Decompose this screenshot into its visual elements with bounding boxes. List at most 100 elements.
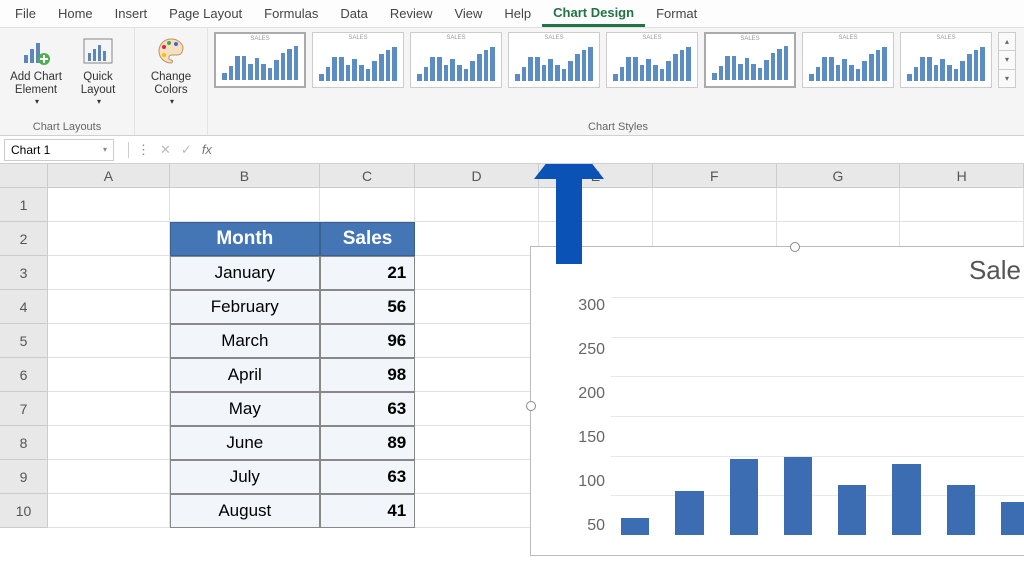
gallery-more-icon[interactable]: ▾: [999, 70, 1015, 87]
chart-bar[interactable]: [730, 459, 758, 535]
group-label-chart-layouts: Chart Layouts: [33, 119, 101, 133]
col-header-F[interactable]: F: [653, 164, 777, 188]
col-header-B[interactable]: B: [170, 164, 320, 188]
chart-bar[interactable]: [892, 464, 920, 535]
formula-input[interactable]: [228, 139, 1024, 161]
tab-home[interactable]: Home: [47, 2, 104, 25]
change-colors-label: Change Colors: [143, 71, 199, 97]
chart-bar[interactable]: [838, 485, 866, 535]
chart-plot-area[interactable]: [611, 297, 1024, 535]
ribbon: Add Chart Element▾ Quick Layout▾ Chart L…: [0, 28, 1024, 136]
name-box[interactable]: Chart 1 ▾: [4, 139, 114, 161]
cell-C7[interactable]: 63: [320, 392, 415, 426]
row-header-7[interactable]: 7: [0, 392, 48, 426]
chart-bar[interactable]: [784, 457, 812, 535]
worksheet-grid[interactable]: A B C D E F G H 1 2 3 4 5 6 7 8 9 10 Mon…: [0, 164, 1024, 576]
chart-bar[interactable]: [675, 491, 703, 535]
tab-help[interactable]: Help: [493, 2, 542, 25]
ribbon-tabs: File Home Insert Page Layout Formulas Da…: [0, 0, 1024, 28]
col-header-E[interactable]: E: [539, 164, 653, 188]
gallery-up-icon[interactable]: ▴: [999, 33, 1015, 51]
row-header-5[interactable]: 5: [0, 324, 48, 358]
col-header-H[interactable]: H: [900, 164, 1024, 188]
tab-format[interactable]: Format: [645, 2, 708, 25]
group-chart-layouts: Add Chart Element▾ Quick Layout▾ Chart L…: [0, 28, 135, 135]
select-all-corner[interactable]: [0, 164, 48, 188]
row-header-4[interactable]: 4: [0, 290, 48, 324]
row-header-3[interactable]: 3: [0, 256, 48, 290]
column-headers[interactable]: A B C D E F G H: [48, 164, 1024, 188]
chart-style-4[interactable]: SALES: [508, 32, 600, 88]
chevron-down-icon: ▾: [35, 97, 39, 106]
chart-style-6[interactable]: SALES: [704, 32, 796, 88]
cell-B7[interactable]: May: [170, 392, 320, 426]
row-header-2[interactable]: 2: [0, 222, 48, 256]
cell-C4[interactable]: 56: [320, 290, 415, 324]
embedded-chart[interactable]: Sale 300 250 200 150 100 50: [530, 246, 1024, 556]
palette-icon: [154, 34, 188, 68]
formula-bar: Chart 1 ▾ ⋮ ✕ ✓ fx: [0, 136, 1024, 164]
quick-layout-label: Quick Layout: [70, 71, 126, 97]
tab-view[interactable]: View: [443, 2, 493, 25]
col-header-D[interactable]: D: [415, 164, 539, 188]
cancel-formula-icon[interactable]: ✕: [160, 142, 171, 158]
enter-formula-icon[interactable]: ✓: [181, 142, 192, 158]
group-change-colors: Change Colors▾: [135, 28, 208, 135]
add-chart-element-button[interactable]: Add Chart Element▾: [6, 32, 66, 109]
row-header-9[interactable]: 9: [0, 460, 48, 494]
cell-B6[interactable]: April: [170, 358, 320, 392]
row-header-6[interactable]: 6: [0, 358, 48, 392]
chart-style-8[interactable]: SALES: [900, 32, 992, 88]
fx-icon[interactable]: fx: [202, 142, 212, 157]
chevron-down-icon: ▾: [170, 97, 174, 106]
chart-title[interactable]: Sale: [969, 255, 1021, 286]
cell-B4[interactable]: February: [170, 290, 320, 324]
row-header-1[interactable]: 1: [0, 188, 48, 222]
chevron-down-icon: ▾: [97, 97, 101, 106]
row-header-10[interactable]: 10: [0, 494, 48, 528]
quick-layout-button[interactable]: Quick Layout▾: [68, 32, 128, 109]
tab-file[interactable]: File: [4, 2, 47, 25]
gallery-down-icon[interactable]: ▾: [999, 51, 1015, 69]
chart-bar[interactable]: [621, 518, 649, 535]
row-header-8[interactable]: 8: [0, 426, 48, 460]
group-chart-styles: SALES SALES SALES SALES SALES SALES SALE…: [208, 28, 1024, 135]
cell-C6[interactable]: 98: [320, 358, 415, 392]
cell-C2[interactable]: Sales: [320, 222, 415, 256]
cell-C10[interactable]: 41: [320, 494, 415, 528]
cell-B5[interactable]: March: [170, 324, 320, 358]
chart-style-7[interactable]: SALES: [802, 32, 894, 88]
tab-formulas[interactable]: Formulas: [253, 2, 329, 25]
cell-C5[interactable]: 96: [320, 324, 415, 358]
cell-C3[interactable]: 21: [320, 256, 415, 290]
chart-y-axis: 300 250 200 150 100 50: [551, 297, 605, 535]
tab-review[interactable]: Review: [379, 2, 444, 25]
cell-B9[interactable]: July: [170, 460, 320, 494]
col-header-C[interactable]: C: [320, 164, 415, 188]
change-colors-button[interactable]: Change Colors▾: [141, 32, 201, 109]
tab-data[interactable]: Data: [329, 2, 378, 25]
quick-layout-icon: [81, 34, 115, 68]
chart-bar[interactable]: [1001, 502, 1024, 535]
cell-B10[interactable]: August: [170, 494, 320, 528]
chart-style-5[interactable]: SALES: [606, 32, 698, 88]
chart-style-1[interactable]: SALES: [214, 32, 306, 88]
col-header-A[interactable]: A: [48, 164, 170, 188]
style-gallery-scroll[interactable]: ▴ ▾ ▾: [998, 32, 1016, 88]
tab-page-layout[interactable]: Page Layout: [158, 2, 253, 25]
chart-style-3[interactable]: SALES: [410, 32, 502, 88]
cell-B2[interactable]: Month: [170, 222, 320, 256]
cell-B8[interactable]: June: [170, 426, 320, 460]
row-headers[interactable]: 1 2 3 4 5 6 7 8 9 10: [0, 188, 48, 528]
chevron-down-icon[interactable]: ▾: [103, 145, 107, 154]
cell-B3[interactable]: January: [170, 256, 320, 290]
chart-style-2[interactable]: SALES: [312, 32, 404, 88]
chart-bar[interactable]: [947, 485, 975, 535]
tab-chart-design[interactable]: Chart Design: [542, 1, 645, 27]
cell-C8[interactable]: 89: [320, 426, 415, 460]
cell-C9[interactable]: 63: [320, 460, 415, 494]
name-box-value: Chart 1: [11, 143, 50, 157]
tab-insert[interactable]: Insert: [104, 2, 159, 25]
add-chart-element-label: Add Chart Element: [8, 71, 64, 97]
col-header-G[interactable]: G: [777, 164, 901, 188]
